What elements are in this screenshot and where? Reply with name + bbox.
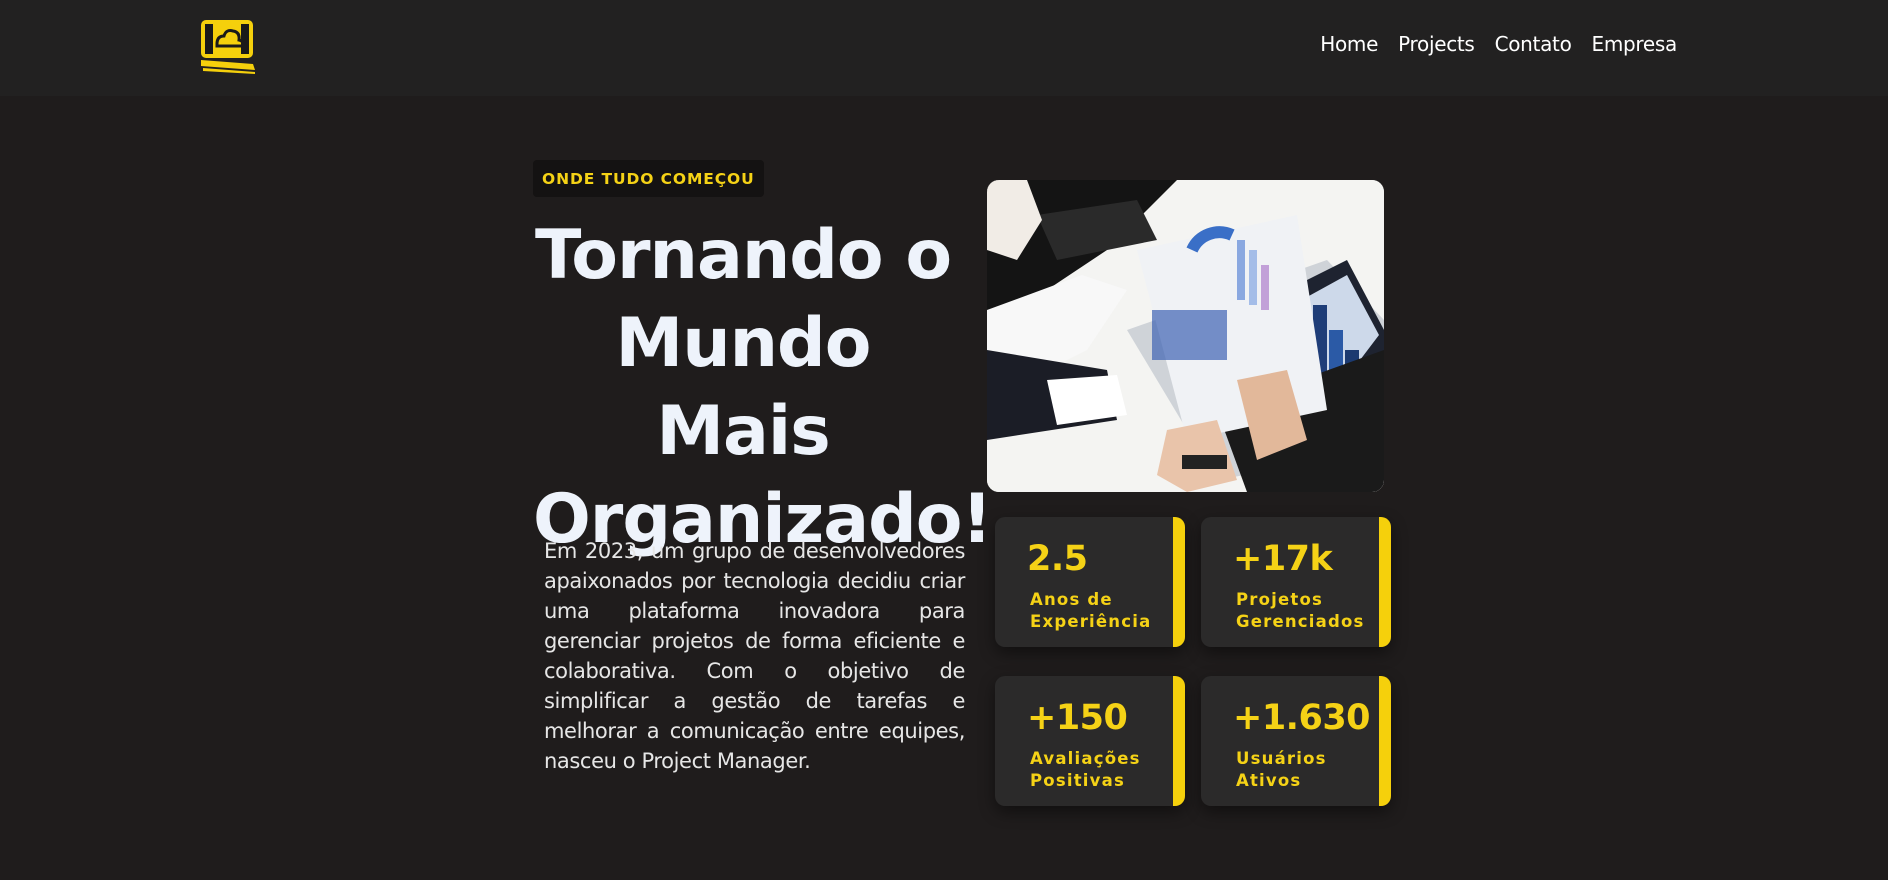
site-header: Home Projects Contato Empresa (0, 0, 1888, 96)
nav-home[interactable]: Home (1320, 32, 1378, 56)
nav-projects[interactable]: Projects (1398, 32, 1475, 56)
section-badge: ONDE TUDO COMEÇOU (533, 160, 764, 197)
nav-empresa[interactable]: Empresa (1592, 32, 1678, 56)
story-paragraph: Em 2023, um grupo de desenvolvedores apa… (544, 539, 965, 773)
hero-photo (987, 180, 1384, 492)
stat-label: Projetos Gerenciados (1236, 590, 1365, 631)
stat-label: Anos de Experiência (1030, 590, 1152, 631)
stat-card-users: +1.630 Usuários Ativos (1201, 676, 1391, 806)
stat-label: Avaliações Positivas (1030, 749, 1141, 790)
hero-title: Tornando o Mundo Mais Organizado! (533, 216, 993, 559)
stat-value: 2.5 (1027, 539, 1088, 579)
stat-card-projects: +17k Projetos Gerenciados (1201, 517, 1391, 647)
nav-contato[interactable]: Contato (1495, 32, 1572, 56)
stat-label: Usuários Ativos (1236, 749, 1327, 790)
main-nav: Home Projects Contato Empresa (1320, 32, 1677, 56)
stat-value: +1.630 (1233, 698, 1371, 738)
stat-card-experience: 2.5 Anos de Experiência (995, 517, 1185, 647)
stat-card-reviews: +150 Avaliações Positivas (995, 676, 1185, 806)
stat-value: +17k (1233, 539, 1333, 579)
cloud-wallet-icon[interactable] (199, 18, 259, 74)
stat-value: +150 (1027, 698, 1128, 738)
